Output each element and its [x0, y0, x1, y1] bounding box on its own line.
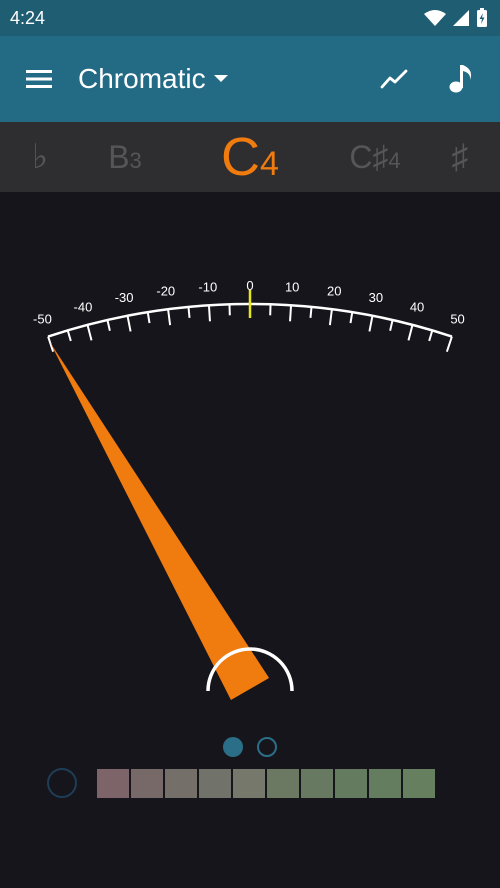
sharp-button[interactable]: ♯ — [440, 122, 480, 192]
gauge-tick — [368, 315, 374, 332]
gauge-label: -40 — [74, 299, 93, 314]
tuning-gauge: -50-40-30 -20 -10 0 10 20 304050 — [33, 278, 465, 700]
status-bar: 4:24 — [0, 0, 500, 36]
page-indicator — [0, 735, 500, 761]
history-cells — [97, 769, 435, 798]
previous-note[interactable]: B3 — [95, 122, 155, 192]
gauge-label: 20 — [327, 283, 341, 298]
history-cell — [233, 769, 265, 798]
history-cell — [267, 769, 299, 798]
gauge-label: 10 — [285, 279, 299, 294]
battery-icon — [477, 8, 487, 27]
history-cell — [301, 769, 333, 798]
dropdown-arrow-icon — [213, 75, 228, 82]
gauge-tick — [47, 336, 55, 353]
current-note-letter: C — [221, 127, 261, 187]
note-strip: ♭ B3 C4 C♯ 4 ♯ — [0, 122, 500, 192]
gauge-tick — [126, 315, 132, 332]
page-dot-2[interactable] — [257, 737, 277, 757]
history-indicator-ring — [47, 768, 77, 798]
gauge-label: -50 — [33, 311, 52, 326]
history-cell — [165, 769, 197, 798]
menu-icon[interactable] — [24, 64, 54, 94]
status-time: 4:24 — [10, 7, 46, 28]
gauge-label: -10 — [198, 279, 217, 294]
next-note-letter: C♯ — [349, 138, 389, 175]
next-note-octave: 4 — [388, 148, 401, 173]
gauge-label: -20 — [156, 283, 175, 298]
next-note[interactable]: C♯ 4 — [335, 122, 415, 192]
gauge-tick — [66, 330, 72, 342]
current-note-octave: 4 — [260, 144, 279, 183]
history-cell — [335, 769, 367, 798]
page-dot-1[interactable] — [223, 737, 243, 757]
pitch-history — [0, 766, 500, 802]
music-note-icon[interactable] — [442, 59, 482, 99]
gauge-tick — [146, 312, 151, 324]
app-title: Chromatic — [78, 63, 206, 94]
chart-icon[interactable] — [374, 59, 414, 99]
history-cell — [199, 769, 231, 798]
gauge-tick — [106, 319, 111, 331]
gauge-tick — [389, 319, 394, 331]
gauge-label: 50 — [450, 311, 464, 326]
app-bar: Chromatic — [0, 36, 500, 122]
gauge-tick — [349, 312, 354, 324]
current-note: C4 — [200, 122, 300, 192]
gauge-tick — [289, 305, 293, 322]
gauge-tick — [407, 324, 414, 341]
gauge-label: 30 — [369, 290, 383, 305]
previous-note-octave: 3 — [129, 148, 142, 173]
history-cell — [369, 769, 401, 798]
tuning-needle — [49, 342, 270, 700]
gauge-tick — [167, 309, 172, 326]
previous-note-letter: B — [108, 138, 130, 175]
gauge-tick — [187, 306, 191, 318]
gauge-label: -30 — [115, 290, 134, 305]
gauge-tick — [207, 305, 211, 322]
gauge-tick — [428, 330, 434, 342]
flat-button[interactable]: ♭ — [20, 122, 60, 192]
history-cell — [97, 769, 129, 798]
history-cell — [131, 769, 163, 798]
history-cell — [403, 769, 435, 798]
wifi-icon — [424, 10, 446, 26]
status-icons — [424, 8, 488, 28]
gauge-label: 40 — [410, 299, 424, 314]
signal-icon — [453, 10, 469, 26]
tuning-mode-selector[interactable]: Chromatic — [78, 63, 228, 95]
gauge-tick — [445, 336, 453, 353]
gauge-tick — [328, 309, 333, 326]
gauge-tick — [86, 324, 93, 341]
gauge-tick — [309, 306, 313, 318]
